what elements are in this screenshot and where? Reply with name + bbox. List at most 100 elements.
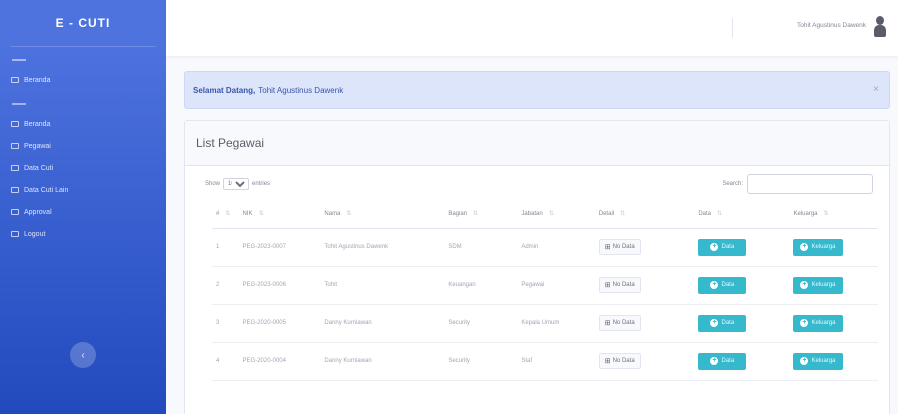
cell-bagian: Keuangan: [444, 266, 518, 305]
column-header-label: #: [216, 211, 220, 218]
cell-nama: Danny Kurniawan: [320, 304, 445, 343]
cell-nik: PEG-2023-0006: [238, 266, 321, 305]
sidebar-item-pegawai[interactable]: Pegawai: [0, 135, 166, 157]
home-icon: [11, 77, 19, 83]
sidebar-heading: [12, 59, 26, 69]
sidebar: E - CUTI Beranda Beranda Pegawai Data Cu…: [0, 0, 166, 414]
keluarga-button-label: Keluarga: [811, 282, 836, 288]
column-header[interactable]: # ⇅: [212, 200, 239, 229]
database-icon: ⊞: [604, 244, 611, 251]
user-name[interactable]: Tohit Agustinus Dawenk: [797, 22, 866, 29]
cell-jabatan: Staf: [517, 342, 595, 381]
cell-data: + Data: [694, 304, 790, 343]
column-header-label: Keluarga: [793, 211, 818, 218]
card-title: List Pegawai: [185, 121, 889, 166]
sidebar-item-data-cuti[interactable]: Data Cuti: [0, 157, 166, 179]
table-row: 2 PEG-2023-0006 Tohit Keuangan Pegawai ⊞ No Da…: [212, 266, 878, 305]
sort-icon[interactable]: ⇅: [620, 211, 625, 217]
sidebar-item-label: Beranda: [24, 76, 51, 84]
cell-bagian: Security: [444, 342, 518, 381]
sort-icon[interactable]: ⇅: [717, 211, 722, 217]
close-icon[interactable]: ×: [873, 84, 879, 95]
sidebar-item-approval[interactable]: Approval: [0, 201, 166, 223]
keluarga-button[interactable]: + Keluarga: [793, 314, 843, 332]
sidebar-item-label: Data Cuti Lain: [24, 186, 69, 194]
topbar: Tohit Agustinus Dawenk: [166, 0, 898, 56]
table-header-row: # ⇅ NIK ⇅ Nama ⇅ Bagian ⇅ Jabatan ⇅ Detail ⇅ Data ⇅ Ke…: [212, 200, 878, 229]
no-data-badge: ⊞ No Data: [598, 315, 641, 331]
sort-icon[interactable]: ⇅: [549, 211, 554, 217]
brand-title[interactable]: E - CUTI: [0, 0, 166, 46]
sidebar-item-beranda-2[interactable]: Beranda: [0, 113, 166, 135]
data-button-label: Data: [721, 282, 735, 288]
column-header[interactable]: Nama ⇅: [320, 200, 445, 229]
logout-icon: [11, 231, 19, 237]
cell-no: 4: [212, 342, 239, 381]
data-button[interactable]: + Data: [698, 276, 747, 294]
show-entries: Show 10 entries: [205, 178, 270, 190]
column-header[interactable]: Detail ⇅: [594, 200, 695, 229]
plus-icon: +: [710, 281, 719, 289]
data-button[interactable]: + Data: [698, 238, 747, 256]
no-data-label: No Data: [612, 320, 635, 326]
search-input[interactable]: [747, 174, 873, 194]
sort-icon[interactable]: ⇅: [473, 211, 478, 217]
table-controls: Show 10 entries Search:: [185, 166, 889, 202]
cell-nik: PEG-2023-0007: [238, 228, 321, 267]
plus-icon: +: [800, 243, 809, 251]
sort-icon[interactable]: ⇅: [346, 211, 351, 217]
column-header[interactable]: NIK ⇅: [238, 200, 321, 229]
database-icon: ⊞: [604, 358, 611, 365]
data-button[interactable]: + Data: [698, 352, 747, 370]
sidebar-divider: [10, 46, 156, 47]
entries-select[interactable]: 10: [223, 178, 250, 190]
database-icon: ⊞: [604, 320, 611, 327]
users-icon: [11, 143, 19, 149]
cell-bagian: SDM: [444, 228, 518, 267]
keluarga-button[interactable]: + Keluarga: [793, 238, 843, 256]
sidebar-item-beranda[interactable]: Beranda: [0, 69, 166, 91]
column-header[interactable]: Keluarga ⇅: [789, 200, 878, 229]
keluarga-button-label: Keluarga: [811, 358, 836, 364]
sidebar-item-label: Approval: [24, 208, 52, 216]
column-header[interactable]: Data ⇅: [694, 200, 790, 229]
cell-data: + Data: [694, 342, 790, 381]
table-icon: [11, 187, 19, 193]
sidebar-toggle-button[interactable]: ‹: [70, 342, 96, 368]
plus-icon: +: [800, 281, 809, 289]
cell-nik: PEG-2020-0004: [238, 342, 321, 381]
sidebar-item-label: Pegawai: [24, 142, 51, 150]
cell-nama: Danny Kurniawan: [320, 342, 445, 381]
sidebar-item-logout[interactable]: Logout: [0, 223, 166, 245]
sort-icon[interactable]: ⇅: [259, 211, 264, 217]
alert-text: Tohit Agustinus Dawenk: [258, 85, 344, 95]
plus-icon: +: [710, 319, 719, 327]
no-data-badge: ⊞ No Data: [598, 277, 641, 293]
cell-keluarga: + Keluarga: [789, 266, 878, 305]
column-header[interactable]: Bagian ⇅: [444, 200, 518, 229]
keluarga-button[interactable]: + Keluarga: [793, 276, 843, 294]
welcome-alert: Selamat Datang, Tohit Agustinus Dawenk ×: [184, 71, 890, 109]
keluarga-button-label: Keluarga: [811, 320, 836, 326]
sidebar-heading: [12, 103, 26, 113]
cell-jabatan: Admin: [517, 228, 595, 267]
column-header[interactable]: Jabatan ⇅: [517, 200, 595, 229]
column-header-label: NIK: [242, 211, 253, 218]
table-icon: [11, 165, 19, 171]
sort-icon[interactable]: ⇅: [824, 211, 829, 217]
cell-nama: Tohit: [320, 266, 445, 305]
data-button[interactable]: + Data: [698, 314, 747, 332]
column-header-label: Data: [698, 211, 712, 218]
keluarga-button[interactable]: + Keluarga: [793, 352, 843, 370]
plus-icon: +: [800, 357, 809, 365]
cell-no: 3: [212, 304, 239, 343]
sidebar-item-data-cuti-lain[interactable]: Data Cuti Lain: [0, 179, 166, 201]
cell-detail: ⊞ No Data: [594, 342, 695, 381]
no-data-badge: ⊞ No Data: [598, 353, 641, 369]
user-icon[interactable]: [872, 15, 888, 41]
show-label: Show: [205, 181, 221, 187]
sort-icon[interactable]: ⇅: [225, 211, 230, 217]
sidebar-item-label: Data Cuti: [24, 164, 54, 172]
alert-bold-text: Selamat Datang,: [193, 85, 256, 95]
home-icon: [11, 121, 19, 127]
